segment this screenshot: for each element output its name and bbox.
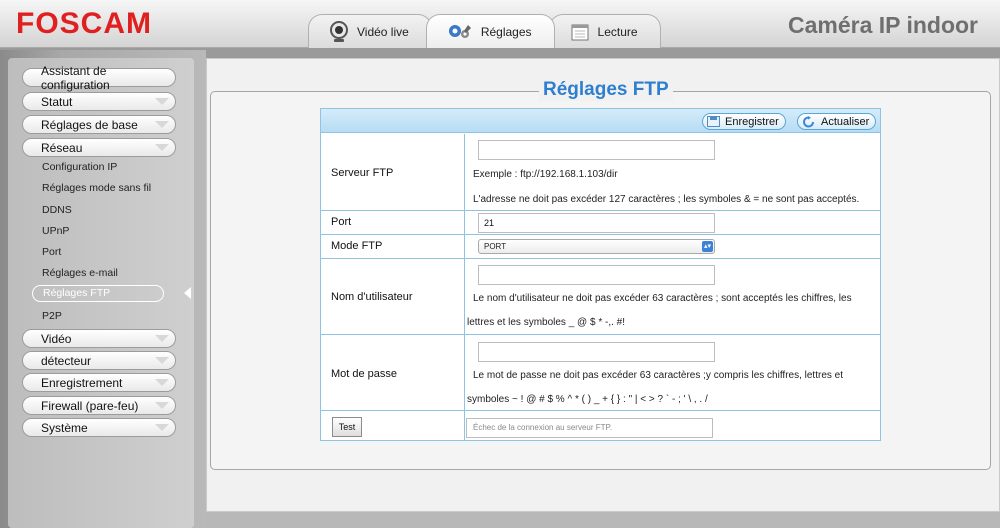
refresh-icon — [802, 115, 816, 128]
chevron-down-icon — [155, 144, 169, 151]
menu-system[interactable]: Système — [22, 418, 176, 437]
menu-label: Réglages de base — [41, 117, 138, 132]
username-input[interactable] — [478, 265, 715, 285]
sidebar-item-ddns[interactable]: DDNS — [42, 204, 72, 216]
chevron-down-icon — [155, 98, 169, 105]
ftp-mode-value: PORT — [484, 242, 507, 251]
menu-recording[interactable]: Enregistrement — [22, 373, 176, 392]
menu-label: Système — [41, 420, 88, 435]
ftp-mode-label: Mode FTP — [331, 240, 383, 252]
sidebar-item-email[interactable]: Réglages e-mail — [42, 267, 118, 279]
save-button[interactable]: Enregistrer — [702, 113, 786, 130]
save-icon — [707, 116, 720, 127]
ftp-settings-form: Enregistrer Actualiser Serveur FTP Exemp… — [320, 108, 881, 441]
username-hint-1: Le nom d'utilisateur ne doit pas excéder… — [473, 293, 852, 304]
ftp-server-label: Serveur FTP — [331, 167, 394, 179]
page-title: Réglages FTP — [539, 79, 673, 101]
password-hint-1: Le mot de passe ne doit pas excéder 63 c… — [473, 370, 843, 381]
username-hint-2: lettres et les symboles _ @ $ * -,. #! — [467, 317, 625, 328]
tab-label: Vidéo live — [357, 24, 409, 39]
ftp-mode-select[interactable]: PORT ▴▾ — [478, 239, 715, 254]
save-label: Enregistrer — [725, 115, 779, 128]
camera-title: Caméra IP indoor — [787, 12, 978, 38]
select-arrows-icon: ▴▾ — [702, 241, 713, 252]
ftp-server-input[interactable] — [478, 140, 715, 160]
menu-video[interactable]: Vidéo — [22, 329, 176, 348]
menu-detector[interactable]: détecteur — [22, 351, 176, 370]
menu-firewall[interactable]: Firewall (pare-feu) — [22, 396, 176, 415]
test-button[interactable]: Test — [332, 417, 362, 437]
test-status: Échec de la connexion au serveur FTP. — [466, 418, 713, 438]
tab-live-video[interactable]: Vidéo live — [308, 14, 432, 48]
menu-label: Assistant de configuration — [41, 63, 110, 92]
main-tabs: Vidéo live Réglages Lecture — [308, 12, 661, 48]
username-label: Nom d'utilisateur — [331, 291, 413, 303]
password-label: Mot de passe — [331, 368, 398, 380]
refresh-button[interactable]: Actualiser — [797, 113, 877, 130]
ftp-server-example: Exemple : ftp://192.168.1.103/dir — [473, 169, 618, 180]
foscam-logo: FOSCAM — [16, 7, 152, 40]
chevron-down-icon — [155, 402, 169, 409]
menu-label: Firewall (pare-feu) — [41, 398, 139, 413]
sidebar-item-ip-config[interactable]: Configuration IP — [42, 161, 117, 173]
menu-status[interactable]: Statut — [22, 92, 176, 111]
app-header: FOSCAM Vidéo live Réglages Lecture Camér… — [0, 0, 1000, 48]
form-toolbar: Enregistrer Actualiser — [321, 109, 880, 133]
gears-icon — [447, 22, 473, 42]
sidebar-item-p2p[interactable]: P2P — [42, 310, 62, 322]
password-hint-2: symboles ~ ! @ # $ % ^ * ( ) _ + { } : "… — [467, 394, 708, 405]
sidebar-item-wireless[interactable]: Réglages mode sans fil — [42, 182, 151, 194]
chevron-down-icon — [155, 424, 169, 431]
port-input[interactable] — [478, 213, 715, 233]
row-ftp-mode: Mode FTP PORT ▴▾ — [321, 235, 880, 259]
row-port: Port — [321, 211, 880, 235]
refresh-label: Actualiser — [821, 115, 870, 128]
menu-label: Réseau — [41, 140, 83, 155]
ftp-server-hint: L'adresse ne doit pas excéder 127 caract… — [473, 194, 860, 205]
calendar-icon — [570, 22, 590, 42]
password-input[interactable] — [478, 342, 715, 362]
active-pointer-icon — [184, 287, 191, 299]
main-content: Réglages FTP Enregistrer Actualiser Serv… — [206, 58, 1000, 512]
chevron-down-icon — [155, 335, 169, 342]
menu-label: Vidéo — [41, 331, 72, 346]
chevron-down-icon — [155, 379, 169, 386]
sidebar-item-upnp[interactable]: UPnP — [42, 225, 69, 237]
menu-basic-settings[interactable]: Réglages de base — [22, 115, 176, 134]
menu-network[interactable]: Réseau — [22, 138, 176, 157]
menu-setup-wizard[interactable]: Assistant de configuration — [22, 64, 176, 92]
row-username: Nom d'utilisateur Le nom d'utilisateur n… — [321, 259, 880, 335]
menu-label: détecteur — [41, 353, 92, 368]
menu-label: Statut — [41, 94, 73, 109]
row-password: Mot de passe Le mot de passe ne doit pas… — [321, 335, 880, 411]
tab-label: Lecture — [597, 24, 638, 39]
chevron-down-icon — [155, 357, 169, 364]
tab-settings[interactable]: Réglages — [425, 14, 555, 48]
row-test: Test Échec de la connexion au serveur FT… — [321, 411, 880, 441]
chevron-down-icon — [155, 121, 169, 128]
sidebar-item-ftp[interactable]: Réglages FTP — [32, 285, 164, 302]
tab-label: Réglages — [480, 24, 532, 39]
webcam-icon — [329, 20, 349, 43]
tab-playback[interactable]: Lecture — [548, 14, 661, 48]
row-ftp-server: Serveur FTP Exemple : ftp://192.168.1.10… — [321, 134, 880, 211]
menu-label: Enregistrement — [41, 375, 123, 390]
bottom-bar — [206, 512, 1000, 528]
port-label: Port — [331, 216, 352, 228]
sidebar-item-port[interactable]: Port — [42, 246, 61, 258]
